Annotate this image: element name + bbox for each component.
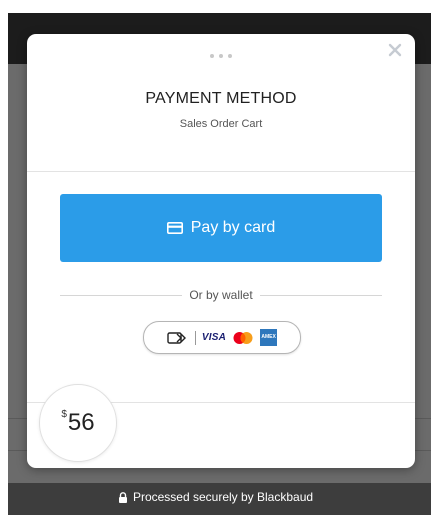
modal-title: PAYMENT METHOD (145, 90, 297, 107)
credit-card-icon (166, 222, 183, 234)
wallet-pay-button[interactable]: VISA AMEX (143, 321, 301, 354)
pay-by-card-label: Pay by card (190, 219, 276, 236)
secure-processing-text: Processed securely by Blackbaud (132, 490, 314, 504)
visa-logo: VISA (201, 332, 227, 343)
wallet-separator-text: Or by wallet (189, 288, 253, 302)
modal-subtitle: Sales Order Cart (179, 118, 263, 130)
pay-by-card-button[interactable]: Pay by card (60, 194, 382, 262)
payment-method-modal: PAYMENT METHOD Sales Order Cart Pay by c… (27, 34, 415, 468)
close-icon[interactable] (387, 42, 403, 58)
drag-handle[interactable] (27, 54, 415, 58)
lock-icon (118, 491, 127, 503)
amount-value: 56 (67, 409, 95, 436)
mastercard-logo (233, 331, 253, 344)
amount-currency: $ (61, 408, 67, 420)
header-divider (27, 171, 415, 172)
contactless-wallet-icon (167, 331, 186, 344)
amount-badge: $ 56 (39, 384, 117, 462)
wallet-separator: Or by wallet (60, 287, 383, 303)
amex-logo: AMEX (260, 329, 278, 346)
secure-processing-note: Processed securely by Blackbaud (0, 490, 431, 504)
